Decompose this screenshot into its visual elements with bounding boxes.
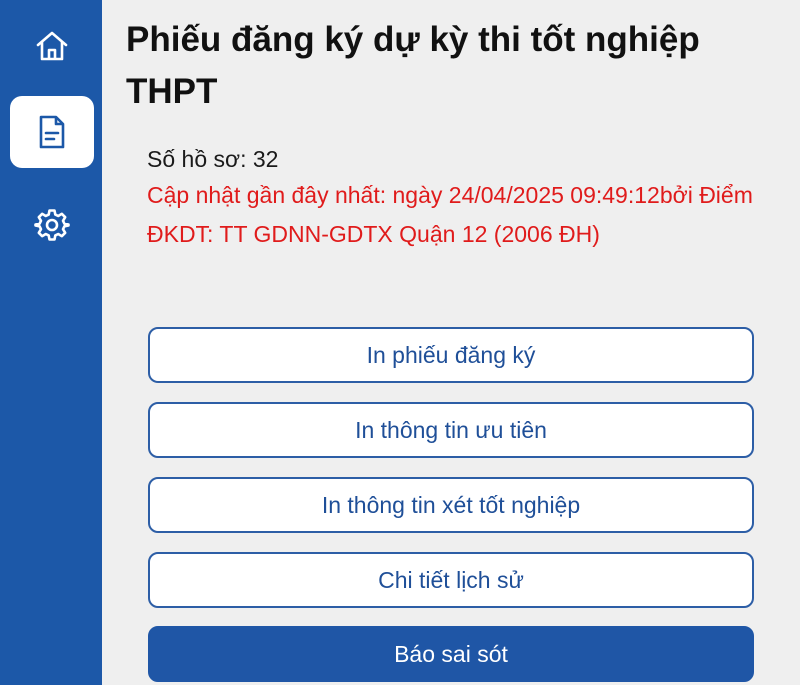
record-number: Số hồ sơ: 32 <box>147 146 279 172</box>
app-root: Phiếu đăng ký dự kỳ thi tốt nghiệp THPT … <box>0 0 800 685</box>
sidebar-item-settings[interactable] <box>10 189 94 261</box>
report-error-button[interactable]: Báo sai sót <box>148 626 754 682</box>
print-priority-info-button[interactable]: In thông tin ưu tiên <box>148 402 754 458</box>
history-detail-button[interactable]: Chi tiết lịch sử <box>148 552 754 608</box>
document-icon <box>39 115 65 149</box>
page-title: Phiếu đăng ký dự kỳ thi tốt nghiệp THPT <box>126 20 700 111</box>
home-icon <box>36 31 68 61</box>
last-update-info: Cập nhật gần đây nhất: ngày 24/04/2025 0… <box>147 182 753 247</box>
sidebar-item-registration[interactable] <box>10 96 94 168</box>
print-graduation-info-button[interactable]: In thông tin xét tốt nghiệp <box>148 477 754 533</box>
gear-icon <box>34 209 70 241</box>
sidebar <box>0 0 102 685</box>
print-registration-button[interactable]: In phiếu đăng ký <box>148 327 754 383</box>
main-content: Phiếu đăng ký dự kỳ thi tốt nghiệp THPT … <box>102 0 800 685</box>
sidebar-item-home[interactable] <box>10 10 94 82</box>
